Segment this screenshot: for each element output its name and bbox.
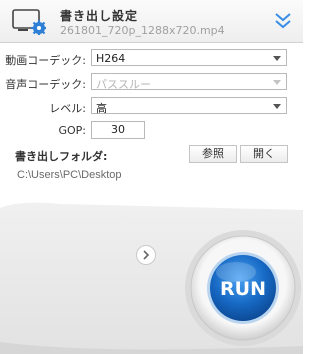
output-folder-label: 書き出しフォルダ: (15, 150, 108, 163)
gop-row: GOP: 30 (0, 121, 303, 140)
video-codec-select[interactable]: H264 (91, 49, 287, 66)
browse-button[interactable]: 参照 (189, 145, 237, 163)
double-chevron-down-icon[interactable] (273, 10, 293, 32)
level-value: 高 (96, 102, 107, 115)
expand-arrow-button[interactable] (136, 245, 156, 265)
run-label: RUN (220, 278, 266, 300)
gop-label: GOP: (58, 124, 86, 137)
open-folder-button[interactable]: 開く (240, 145, 288, 163)
video-codec-value: H264 (96, 52, 126, 65)
run-area: RUN (0, 200, 303, 354)
audio-codec-label: 音声コーデック: (5, 78, 86, 91)
monitor-gear-icon (12, 9, 46, 35)
video-codec-label: 動画コーデック: (5, 54, 86, 67)
chevron-right-icon (143, 250, 150, 260)
header-title: 書き出し設定 (60, 9, 139, 23)
settings-panel: 動画コーデック: H264 音声コーデック: パススルー レベル: 高 GOP:… (0, 43, 303, 203)
output-folder-row: 書き出しフォルダ: 参照 開く (0, 145, 303, 164)
level-select[interactable]: 高 (91, 97, 287, 115)
gop-input[interactable]: 30 (91, 121, 145, 139)
level-row: レベル: 高 (0, 97, 303, 116)
chevron-down-icon (273, 104, 281, 109)
audio-codec-row: 音声コーデック: パススルー (0, 73, 303, 92)
output-path: C:\Users\PC\Desktop (17, 169, 122, 181)
chevron-down-icon (273, 56, 281, 61)
header-filename: 261801_720p_1288x720.mp4 (60, 24, 225, 37)
audio-codec-select[interactable]: パススルー (91, 73, 287, 91)
video-codec-row: 動画コーデック: H264 (0, 49, 303, 68)
audio-codec-value: パススルー (96, 78, 151, 91)
run-button[interactable]: RUN (210, 255, 276, 321)
level-label: レベル: (49, 102, 86, 115)
chevron-down-icon (273, 80, 281, 85)
export-settings-header: 書き出し設定 261801_720p_1288x720.mp4 (0, 0, 303, 43)
